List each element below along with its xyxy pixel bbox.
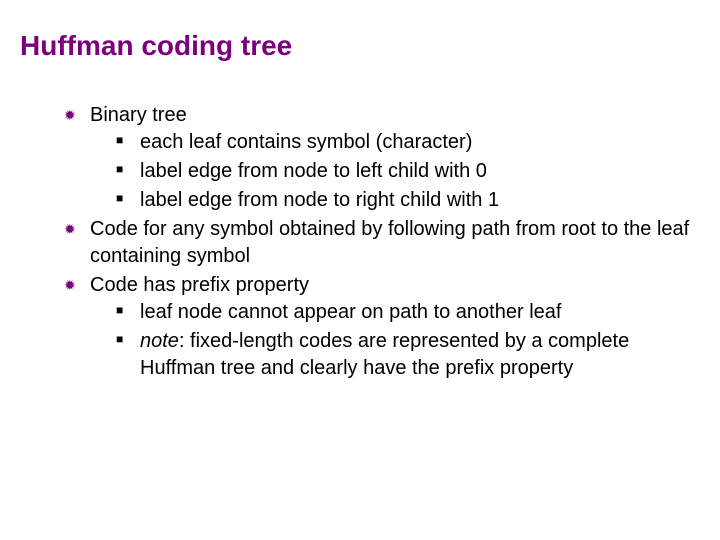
- list-item: ✹ Code has prefix property ■ leaf node c…: [64, 272, 700, 382]
- sun-icon: ✹: [64, 278, 76, 292]
- note-rest: : fixed-length codes are represented by …: [140, 330, 629, 379]
- sub-list-item: ■ label edge from node to left child wit…: [116, 158, 700, 185]
- list-item-text: Code for any symbol obtained by followin…: [90, 218, 689, 267]
- sub-list: ■ each leaf contains symbol (character) …: [90, 129, 700, 214]
- list-item-text: Code has prefix property: [90, 274, 309, 296]
- sub-list-item-text: note: fixed-length codes are represented…: [140, 330, 629, 379]
- sub-list-item-text: label edge from node to right child with…: [140, 189, 499, 211]
- sub-list-item: ■ label edge from node to right child wi…: [116, 187, 700, 214]
- sub-list-item-text: each leaf contains symbol (character): [140, 131, 472, 153]
- square-icon: ■: [116, 304, 123, 316]
- square-icon: ■: [116, 333, 123, 345]
- list-item-text: Binary tree: [90, 104, 187, 126]
- bullet-list: ✹ Binary tree ■ each leaf contains symbo…: [20, 102, 700, 382]
- sun-icon: ✹: [64, 108, 76, 122]
- sub-list: ■ leaf node cannot appear on path to ano…: [90, 299, 700, 382]
- sub-list-item-text: leaf node cannot appear on path to anoth…: [140, 301, 561, 323]
- sub-list-item: ■ leaf node cannot appear on path to ano…: [116, 299, 700, 326]
- slide-title: Huffman coding tree: [20, 30, 700, 62]
- sun-icon: ✹: [64, 222, 76, 236]
- list-item: ✹ Binary tree ■ each leaf contains symbo…: [64, 102, 700, 214]
- slide: Huffman coding tree ✹ Binary tree ■ each…: [0, 0, 720, 404]
- note-prefix: note: [140, 330, 179, 352]
- square-icon: ■: [116, 192, 123, 204]
- square-icon: ■: [116, 163, 123, 175]
- list-item: ✹ Code for any symbol obtained by follow…: [64, 216, 700, 270]
- square-icon: ■: [116, 134, 123, 146]
- sub-list-item-text: label edge from node to left child with …: [140, 160, 487, 182]
- sub-list-item: ■ each leaf contains symbol (character): [116, 129, 700, 156]
- sub-list-item: ■ note: fixed-length codes are represent…: [116, 328, 700, 382]
